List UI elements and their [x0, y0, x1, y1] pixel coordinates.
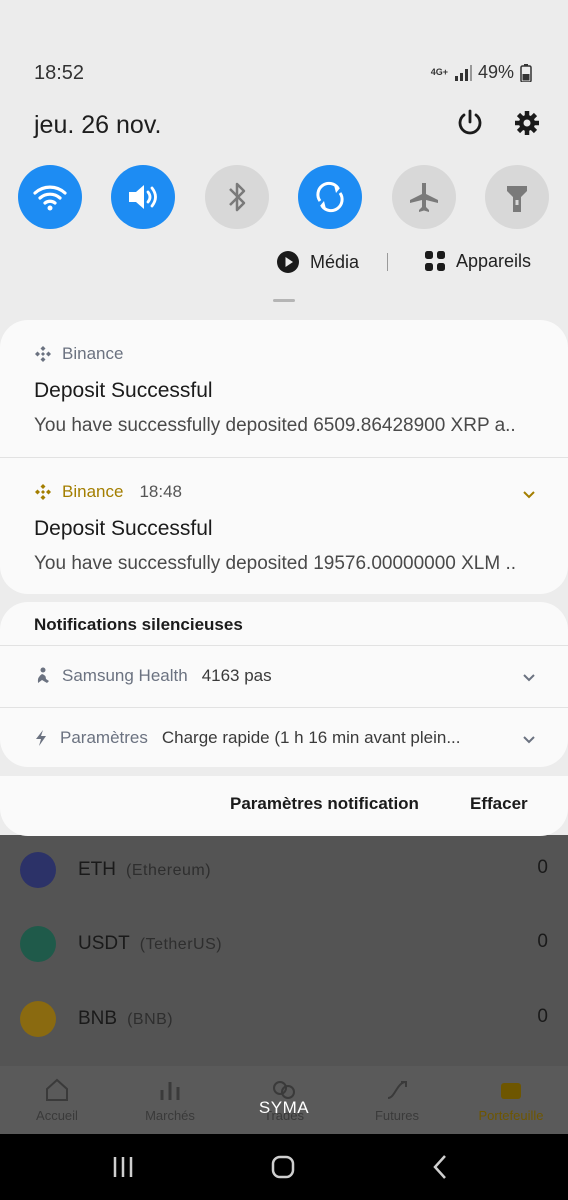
status-time: 18:52 [34, 62, 85, 84]
devices-button[interactable]: Appareils [424, 250, 531, 272]
asset-name: (TetherUS) [139, 936, 223, 953]
asset-symbol: ETH [78, 859, 116, 880]
bluetooth-toggle[interactable] [205, 165, 269, 229]
asset-symbol: USDT [78, 933, 130, 954]
asset-row-usdt[interactable]: USDT (TetherUS) 0 [0, 909, 568, 983]
binance-icon [35, 346, 51, 362]
asset-value: 0 [537, 931, 548, 952]
asset-name: (BNB) [127, 1011, 174, 1028]
play-circle-icon [277, 251, 299, 273]
battery-charging-icon [520, 63, 532, 82]
wifi-toggle[interactable] [18, 165, 82, 229]
overlay-label: SYMA [258, 1098, 310, 1117]
battery-percent: 49% [477, 62, 514, 82]
notification-settings-button[interactable]: Paramètres notification [230, 794, 419, 814]
home-button-icon[interactable] [268, 1152, 298, 1182]
panel-drag-handle[interactable] [273, 299, 295, 302]
notification-title: Deposit Successful [34, 517, 213, 540]
asset-row-bnb[interactable]: BNB (BNB) 0 [0, 984, 568, 1058]
notification-item[interactable]: Samsung Health 4163 pas [0, 646, 568, 707]
silent-notifications-card: Notifications silencieuses Samsung Healt… [0, 602, 568, 767]
recent-apps-icon[interactable] [108, 1152, 138, 1182]
notification-title: Deposit Successful [34, 379, 213, 402]
notification-text: 4163 pas [201, 666, 272, 685]
notification-item[interactable]: Binance Deposit Successful You have succ… [0, 320, 568, 457]
wifi-icon [33, 185, 67, 211]
notification-item[interactable]: Paramètres Charge rapide (1 h 16 min ava… [0, 708, 568, 767]
notification-app-name: Binance [62, 482, 124, 501]
notification-app-name: Binance [62, 344, 124, 363]
bnb-icon [20, 1001, 56, 1037]
rotate-sync-icon [316, 181, 344, 213]
notification-app-name: Samsung Health [62, 666, 188, 685]
airplane-mode-toggle[interactable] [392, 165, 456, 229]
quick-panel: 18:52 4G+ 49% jeu. 26 nov. Média Apparei… [0, 0, 568, 320]
ethereum-icon [20, 852, 56, 888]
tether-icon [20, 926, 56, 962]
back-icon[interactable] [426, 1152, 456, 1182]
signal-icon [454, 64, 472, 81]
notification-text: You have successfully deposited 19576.00… [34, 553, 517, 574]
settings-gear-icon[interactable] [512, 108, 542, 138]
system-navigation-bar [0, 1134, 568, 1200]
binance-icon [35, 484, 51, 500]
chevron-down-icon[interactable] [522, 673, 536, 683]
flashlight-icon [507, 186, 527, 212]
auto-rotate-toggle[interactable] [298, 165, 362, 229]
airplane-icon [410, 183, 438, 212]
asset-value: 0 [537, 857, 548, 878]
notification-app-name: Paramètres [60, 728, 148, 747]
power-icon[interactable] [455, 108, 485, 138]
notification-footer: Paramètres notification Effacer [0, 776, 568, 836]
notification-time: 18:48 [139, 482, 182, 501]
chevron-down-icon[interactable] [522, 490, 536, 500]
media-label: Média [310, 251, 360, 272]
binance-notifications-card: Binance Deposit Successful You have succ… [0, 320, 568, 594]
notification-text: Charge rapide (1 h 16 min avant plein... [161, 728, 461, 747]
network-type: 4G+ [430, 67, 448, 77]
sound-toggle[interactable] [111, 165, 175, 229]
divider [387, 253, 388, 271]
notification-text: You have successfully deposited 6509.864… [34, 415, 516, 436]
flashlight-toggle[interactable] [485, 165, 549, 229]
devices-label: Appareils [456, 250, 532, 271]
devices-grid-icon [425, 251, 445, 271]
asset-value: 0 [537, 1006, 548, 1027]
bluetooth-icon [229, 182, 246, 212]
silent-notifications-header: Notifications silencieuses [34, 615, 243, 634]
chevron-down-icon[interactable] [522, 735, 536, 745]
notification-item[interactable]: Binance 18:48 Deposit Successful You hav… [0, 458, 568, 594]
media-button[interactable]: Média [276, 250, 359, 274]
samsung-health-icon [37, 667, 49, 683]
lightning-icon [36, 730, 46, 746]
speaker-icon [129, 185, 157, 209]
clear-all-button[interactable]: Effacer [470, 794, 528, 814]
status-icons: 4G+ 49% [431, 62, 532, 83]
asset-name: (Ethereum) [126, 862, 212, 879]
date-label: jeu. 26 nov. [34, 111, 162, 139]
asset-row-eth[interactable]: ETH (Ethereum) 0 [0, 835, 568, 909]
asset-symbol: BNB [78, 1008, 118, 1029]
